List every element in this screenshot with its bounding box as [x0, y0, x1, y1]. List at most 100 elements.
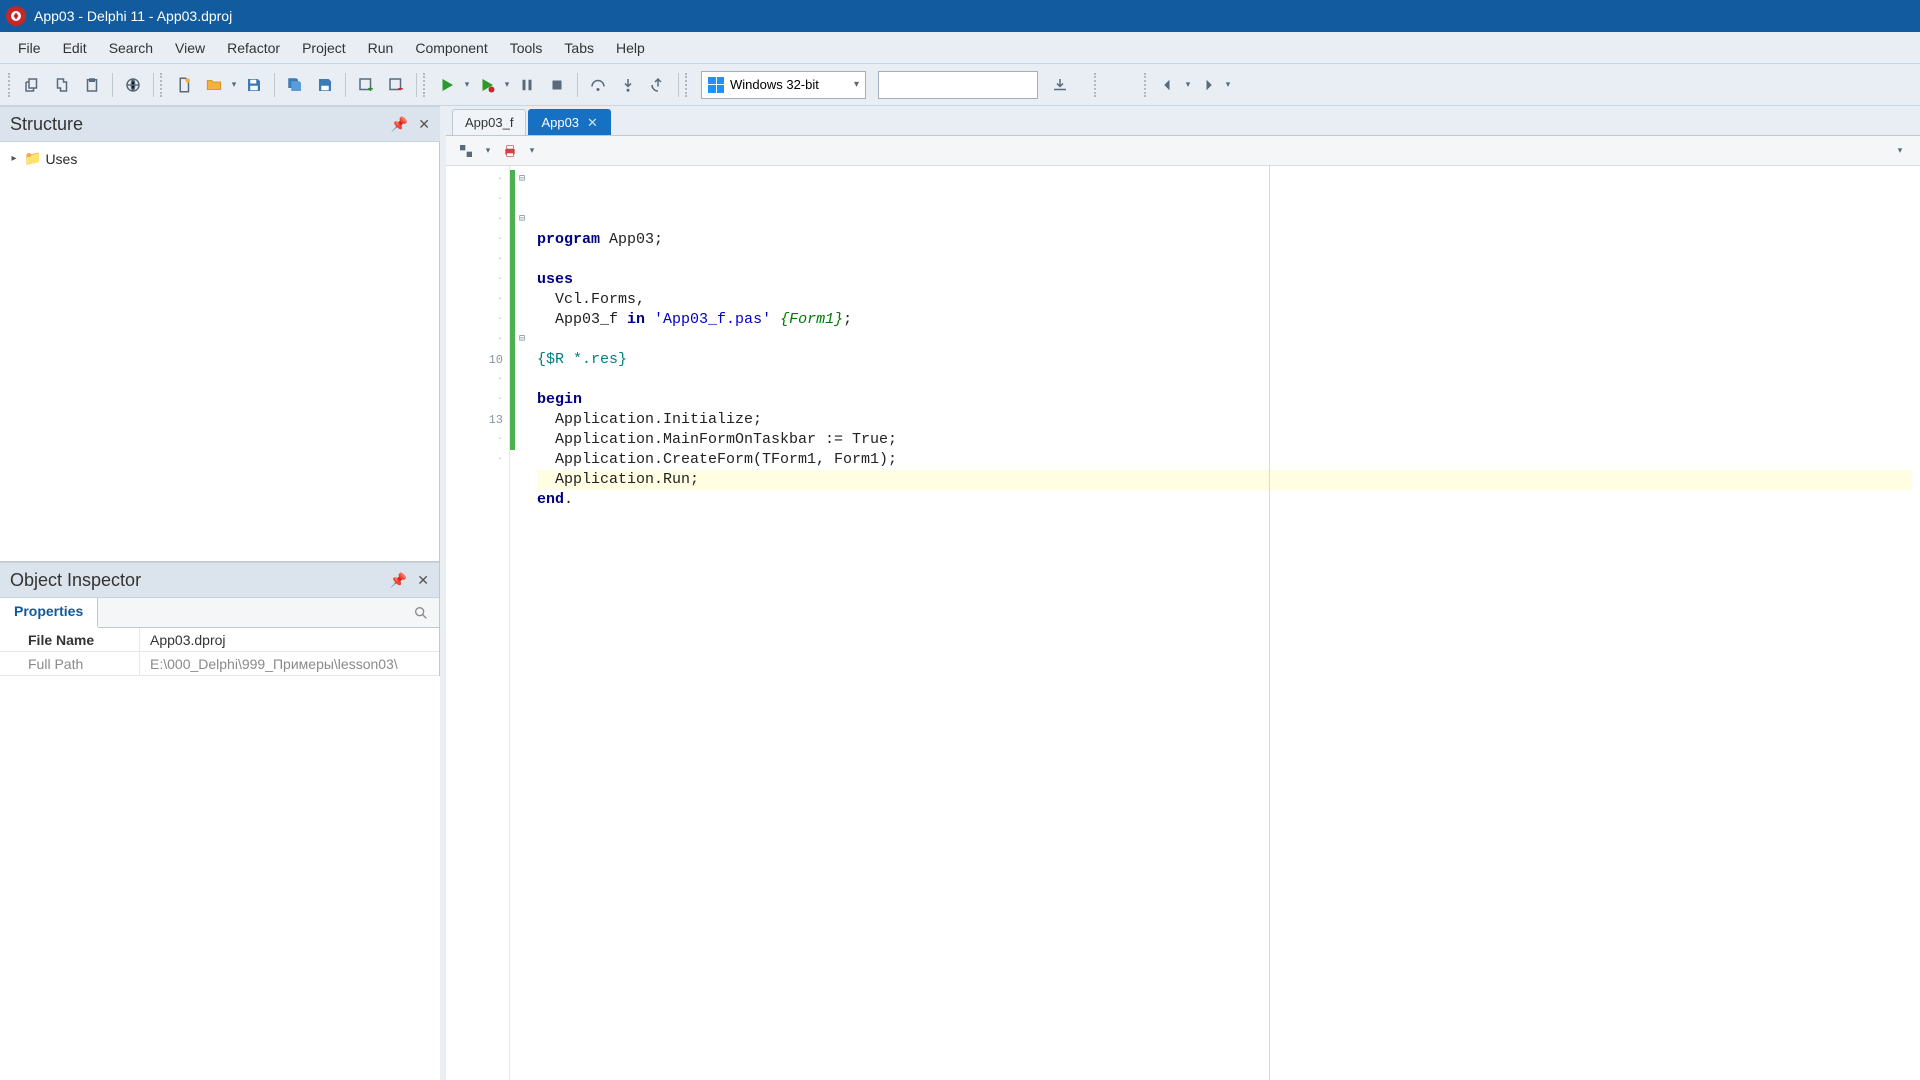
- inspector-grid: File NameApp03.dprojFull PathE:\000_Delp…: [0, 628, 439, 676]
- inspector-row[interactable]: File NameApp03.dproj: [0, 628, 439, 652]
- code-line[interactable]: Vcl.Forms,: [537, 290, 1912, 310]
- tab-label: App03: [541, 115, 579, 130]
- inspector-value[interactable]: App03.dproj: [140, 632, 439, 648]
- expand-icon[interactable]: ▸: [8, 153, 20, 165]
- chevron-down-icon: ▾: [854, 79, 859, 90]
- save-project-icon[interactable]: [311, 71, 339, 99]
- search-icon: [413, 605, 429, 621]
- tab-properties[interactable]: Properties: [0, 598, 98, 628]
- inspector-key: Full Path: [0, 652, 140, 675]
- title-bar: App03 - Delphi 11 - App03.dproj: [0, 0, 1920, 32]
- inspector-search[interactable]: [98, 598, 439, 627]
- add-to-project-icon[interactable]: [352, 71, 380, 99]
- toolbar-search-combo[interactable]: [878, 71, 1038, 99]
- run-icon[interactable]: [433, 71, 461, 99]
- left-column: Structure 📌 ✕ ▸ 📁 Uses Object Inspector …: [0, 106, 440, 1080]
- code-line[interactable]: uses: [537, 270, 1912, 290]
- close-icon[interactable]: ✕: [418, 116, 430, 133]
- menu-edit[interactable]: Edit: [53, 36, 97, 60]
- nav-forward-icon[interactable]: [1194, 71, 1222, 99]
- menu-run[interactable]: Run: [358, 36, 404, 60]
- toolbar-grip: [160, 73, 164, 97]
- menu-tools[interactable]: Tools: [500, 36, 553, 60]
- inspector-header: Object Inspector 📌 ✕: [0, 562, 439, 598]
- platform-value: Windows 32-bit: [730, 77, 819, 92]
- nav-back-dropdown[interactable]: ▾: [1184, 71, 1192, 99]
- tree-node-uses[interactable]: ▸ 📁 Uses: [8, 148, 431, 169]
- platform-combo[interactable]: Windows 32-bit ▾: [701, 71, 866, 99]
- code-line[interactable]: end.: [537, 490, 1912, 510]
- pin-icon[interactable]: 📌: [390, 572, 407, 589]
- object-inspector: Object Inspector 📌 ✕ Properties File Nam…: [0, 562, 440, 676]
- toggle-form-dropdown[interactable]: ▾: [484, 137, 492, 165]
- tree-label: Uses: [45, 151, 77, 167]
- menu-file[interactable]: File: [8, 36, 51, 60]
- step-out-icon[interactable]: [644, 71, 672, 99]
- structure-tree[interactable]: ▸ 📁 Uses: [0, 142, 440, 562]
- toolbar-grip: [1094, 73, 1098, 97]
- toggle-form-icon[interactable]: [454, 139, 478, 163]
- code-line[interactable]: {$R *.res}: [537, 350, 1912, 370]
- editor-column: App03_f App03 ✕ ▾ ▾ ▾ ·········10··13·· ⊟⊟…: [446, 106, 1920, 1080]
- stop-icon[interactable]: [543, 71, 571, 99]
- inspector-title: Object Inspector: [10, 570, 141, 591]
- open-folder-icon[interactable]: [200, 71, 228, 99]
- step-into-icon[interactable]: [614, 71, 642, 99]
- code-editor[interactable]: ·········10··13·· ⊟⊟⊟ program App03; uses…: [446, 166, 1920, 1080]
- remove-from-project-icon[interactable]: [382, 71, 410, 99]
- code-line[interactable]: begin: [537, 390, 1912, 410]
- menu-help[interactable]: Help: [606, 36, 655, 60]
- editor-tab-app03[interactable]: App03 ✕: [528, 109, 611, 135]
- print-dropdown[interactable]: ▾: [528, 137, 536, 165]
- browser-icon[interactable]: [119, 71, 147, 99]
- code-line[interactable]: App03_f in 'App03_f.pas' {Form1};: [537, 310, 1912, 330]
- fold-column[interactable]: ⊟⊟⊟: [515, 166, 529, 1080]
- nav-forward-dropdown[interactable]: ▾: [1224, 71, 1232, 99]
- code-line[interactable]: Application.Run;: [537, 470, 1912, 490]
- nav-back-icon[interactable]: [1154, 71, 1182, 99]
- copy2-icon[interactable]: [48, 71, 76, 99]
- margin-ruler: [1269, 166, 1270, 1080]
- code-line[interactable]: Application.MainFormOnTaskbar := True;: [537, 430, 1912, 450]
- editor-tab-app03_f[interactable]: App03_f: [452, 109, 526, 135]
- menu-tabs[interactable]: Tabs: [554, 36, 604, 60]
- inspector-value[interactable]: E:\000_Delphi\999_Примеры\lesson03\: [140, 656, 439, 672]
- close-icon[interactable]: ✕: [417, 572, 429, 589]
- inspector-key: File Name: [0, 628, 140, 651]
- code-line[interactable]: program App03;: [537, 230, 1912, 250]
- menu-refactor[interactable]: Refactor: [217, 36, 290, 60]
- run-no-debug-dropdown[interactable]: ▾: [503, 71, 511, 99]
- code-line[interactable]: [537, 370, 1912, 390]
- structure-header: Structure 📌 ✕: [0, 106, 440, 142]
- code-line[interactable]: [537, 330, 1912, 350]
- deploy-icon[interactable]: [1046, 71, 1074, 99]
- code-line[interactable]: Application.CreateForm(TForm1, Form1);: [537, 450, 1912, 470]
- menu-component[interactable]: Component: [405, 36, 497, 60]
- copy-icon[interactable]: [18, 71, 46, 99]
- menu-project[interactable]: Project: [292, 36, 356, 60]
- step-over-icon[interactable]: [584, 71, 612, 99]
- save-all-icon[interactable]: [281, 71, 309, 99]
- run-dropdown[interactable]: ▾: [463, 71, 471, 99]
- open-dropdown[interactable]: ▾: [230, 71, 238, 99]
- code-text[interactable]: program App03; uses Vcl.Forms, App03_f in…: [529, 166, 1920, 1080]
- paste-icon[interactable]: [78, 71, 106, 99]
- inspector-row[interactable]: Full PathE:\000_Delphi\999_Примеры\lesso…: [0, 652, 439, 676]
- pin-icon[interactable]: 📌: [391, 116, 408, 133]
- line-gutter: ·········10··13··: [446, 166, 510, 1080]
- print-icon[interactable]: [498, 139, 522, 163]
- pause-icon[interactable]: [513, 71, 541, 99]
- editor-tabs: App03_f App03 ✕: [446, 106, 1920, 136]
- new-file-icon[interactable]: [170, 71, 198, 99]
- menu-view[interactable]: View: [165, 36, 215, 60]
- close-icon[interactable]: ✕: [587, 115, 598, 131]
- nav-combo-dropdown[interactable]: ▾: [1888, 137, 1912, 165]
- code-line[interactable]: [537, 250, 1912, 270]
- menu-bar: FileEditSearchViewRefactorProjectRunComp…: [0, 32, 1920, 64]
- windows-icon: [708, 77, 724, 93]
- save-icon[interactable]: [240, 71, 268, 99]
- folder-icon: 📁: [24, 150, 41, 167]
- code-line[interactable]: Application.Initialize;: [537, 410, 1912, 430]
- run-no-debug-icon[interactable]: [473, 71, 501, 99]
- menu-search[interactable]: Search: [99, 36, 163, 60]
